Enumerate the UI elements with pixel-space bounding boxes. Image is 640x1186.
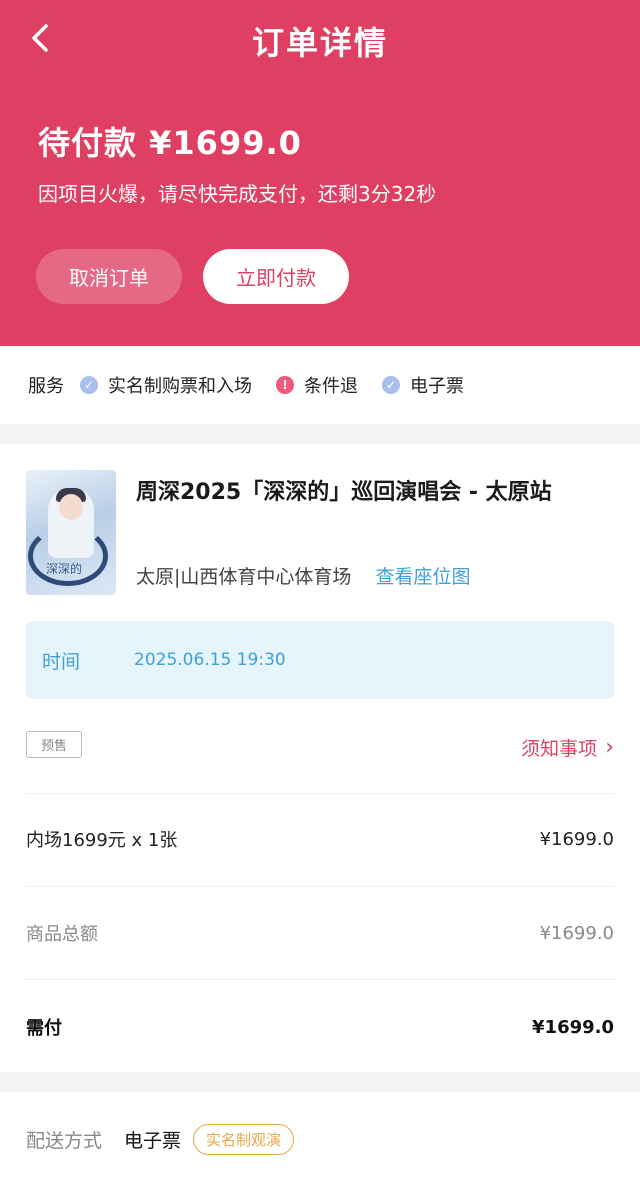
page-title: 订单详情 [251,24,388,62]
divider [26,979,614,980]
ticket-row: 内场1699元 x 1张 ¥1699.0 [26,826,614,852]
time-label: 时间 [42,650,81,673]
check-circle-icon: ✓ [382,376,400,394]
service-text: 电子票 [410,376,464,397]
subtotal-value: ¥1699.0 [539,922,614,944]
pay-now-button[interactable]: 立即付款 [203,249,349,304]
divider [26,886,614,887]
seat-map-link[interactable]: 查看座位图 [375,566,470,588]
cancel-order-button[interactable]: 取消订单 [36,249,182,304]
service-item: ✓ 电子票 [382,372,464,398]
venue-name: 太原|山西体育中心体育场 [136,566,352,588]
order-card: 深深的 周深2025「深深的」巡回演唱会 - 太原站 太原|山西体育中心体育场 … [0,444,640,1072]
payment-status: 待付款 ¥1699.0 [38,124,302,162]
event-poster[interactable]: 深深的 [26,470,116,595]
order-header: 订单详情 待付款 ¥1699.0 因项目火爆，请尽快完成支付，还剩3分32秒 取… [0,0,640,346]
poster-text: 深深的 [46,562,83,576]
amount-due-value: ¥1699.0 [532,1016,614,1038]
service-text: 实名制购票和入场 [108,376,252,397]
venue-line: 太原|山西体育中心体育场 查看座位图 [136,562,470,589]
delivery-label: 配送方式 [26,1129,103,1152]
presale-badge: 预售 [26,731,82,758]
chevron-right-icon: › [605,735,614,760]
subtotal-row: 商品总额 ¥1699.0 [26,920,614,946]
event-title: 周深2025「深深的」巡回演唱会 - 太原站 [136,480,552,505]
alert-circle-icon: ! [276,376,294,394]
amount-due-label: 需付 [26,1018,62,1039]
countdown-text: 因项目火爆，请尽快完成支付，还剩3分32秒 [38,182,437,206]
subtotal-label: 商品总额 [26,924,98,945]
notice-label: 须知事项 [521,738,598,760]
service-text: 条件退 [304,376,358,397]
services-bar[interactable]: 服务 ✓ 实名制购票和入场 ! 条件退 ✓ 电子票 [0,346,640,424]
notice-link[interactable]: 须知事项 › [521,734,614,761]
ticket-label: 内场1699元 x 1张 [26,830,178,851]
service-item: ! 条件退 [276,372,358,398]
divider [26,793,614,794]
real-name-badge: 实名制观演 [193,1123,295,1155]
time-box: 时间 2025.06.15 19:30 [26,621,614,699]
delivery-value: 电子票 [124,1129,182,1152]
service-item: ✓ 实名制购票和入场 [80,372,252,398]
ticket-price: ¥1699.0 [539,828,614,850]
services-label: 服务 [28,376,64,397]
amount-due-row: 需付 ¥1699.0 [26,1014,614,1040]
check-circle-icon: ✓ [80,376,98,394]
time-value: 2025.06.15 19:30 [134,650,286,670]
delivery-row: 配送方式 电子票 实名制观演 [0,1092,640,1186]
poster-face [59,494,83,520]
